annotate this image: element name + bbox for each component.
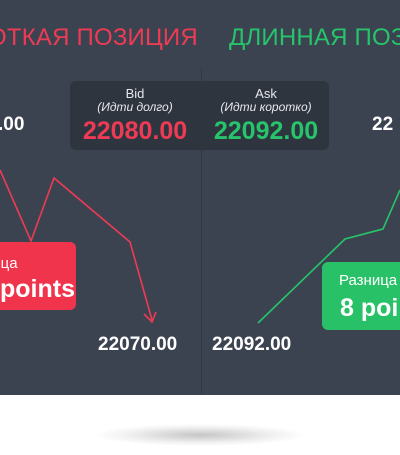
long-difference-value: 8 poi <box>340 294 399 322</box>
ask-subtitle: (Идти коротко) <box>220 100 312 114</box>
long-entry-price: 22092.00 <box>212 334 292 355</box>
short-difference-callout: ница points <box>0 242 76 310</box>
ask-title: Ask <box>255 86 277 101</box>
bid-title: Bid <box>125 86 145 101</box>
ask-price: 22092.00 <box>213 117 319 145</box>
price-lines <box>0 169 400 324</box>
long-difference-callout: Разница 8 poi <box>322 262 400 330</box>
quote-box: Bid (Идти долго) 22080.00 Ask (Идти коро… <box>70 81 329 150</box>
short-entry-price: .00 <box>0 114 25 135</box>
short-exit-price: 22070.00 <box>98 334 178 355</box>
bid-subtitle: (Идти долго) <box>97 100 173 114</box>
short-difference-label: ница <box>0 255 18 272</box>
long-exit-price: 22 <box>372 114 394 135</box>
short-difference-value: points <box>0 275 75 303</box>
trading-panel: ОТКАЯ ПОЗИЦИЯ ДЛИННАЯ ПОЗИ .00 22 22070.… <box>0 0 400 395</box>
bid-price: 22080.00 <box>82 117 188 145</box>
long-difference-label: Разница <box>339 272 398 289</box>
panel-shadow <box>96 424 304 446</box>
